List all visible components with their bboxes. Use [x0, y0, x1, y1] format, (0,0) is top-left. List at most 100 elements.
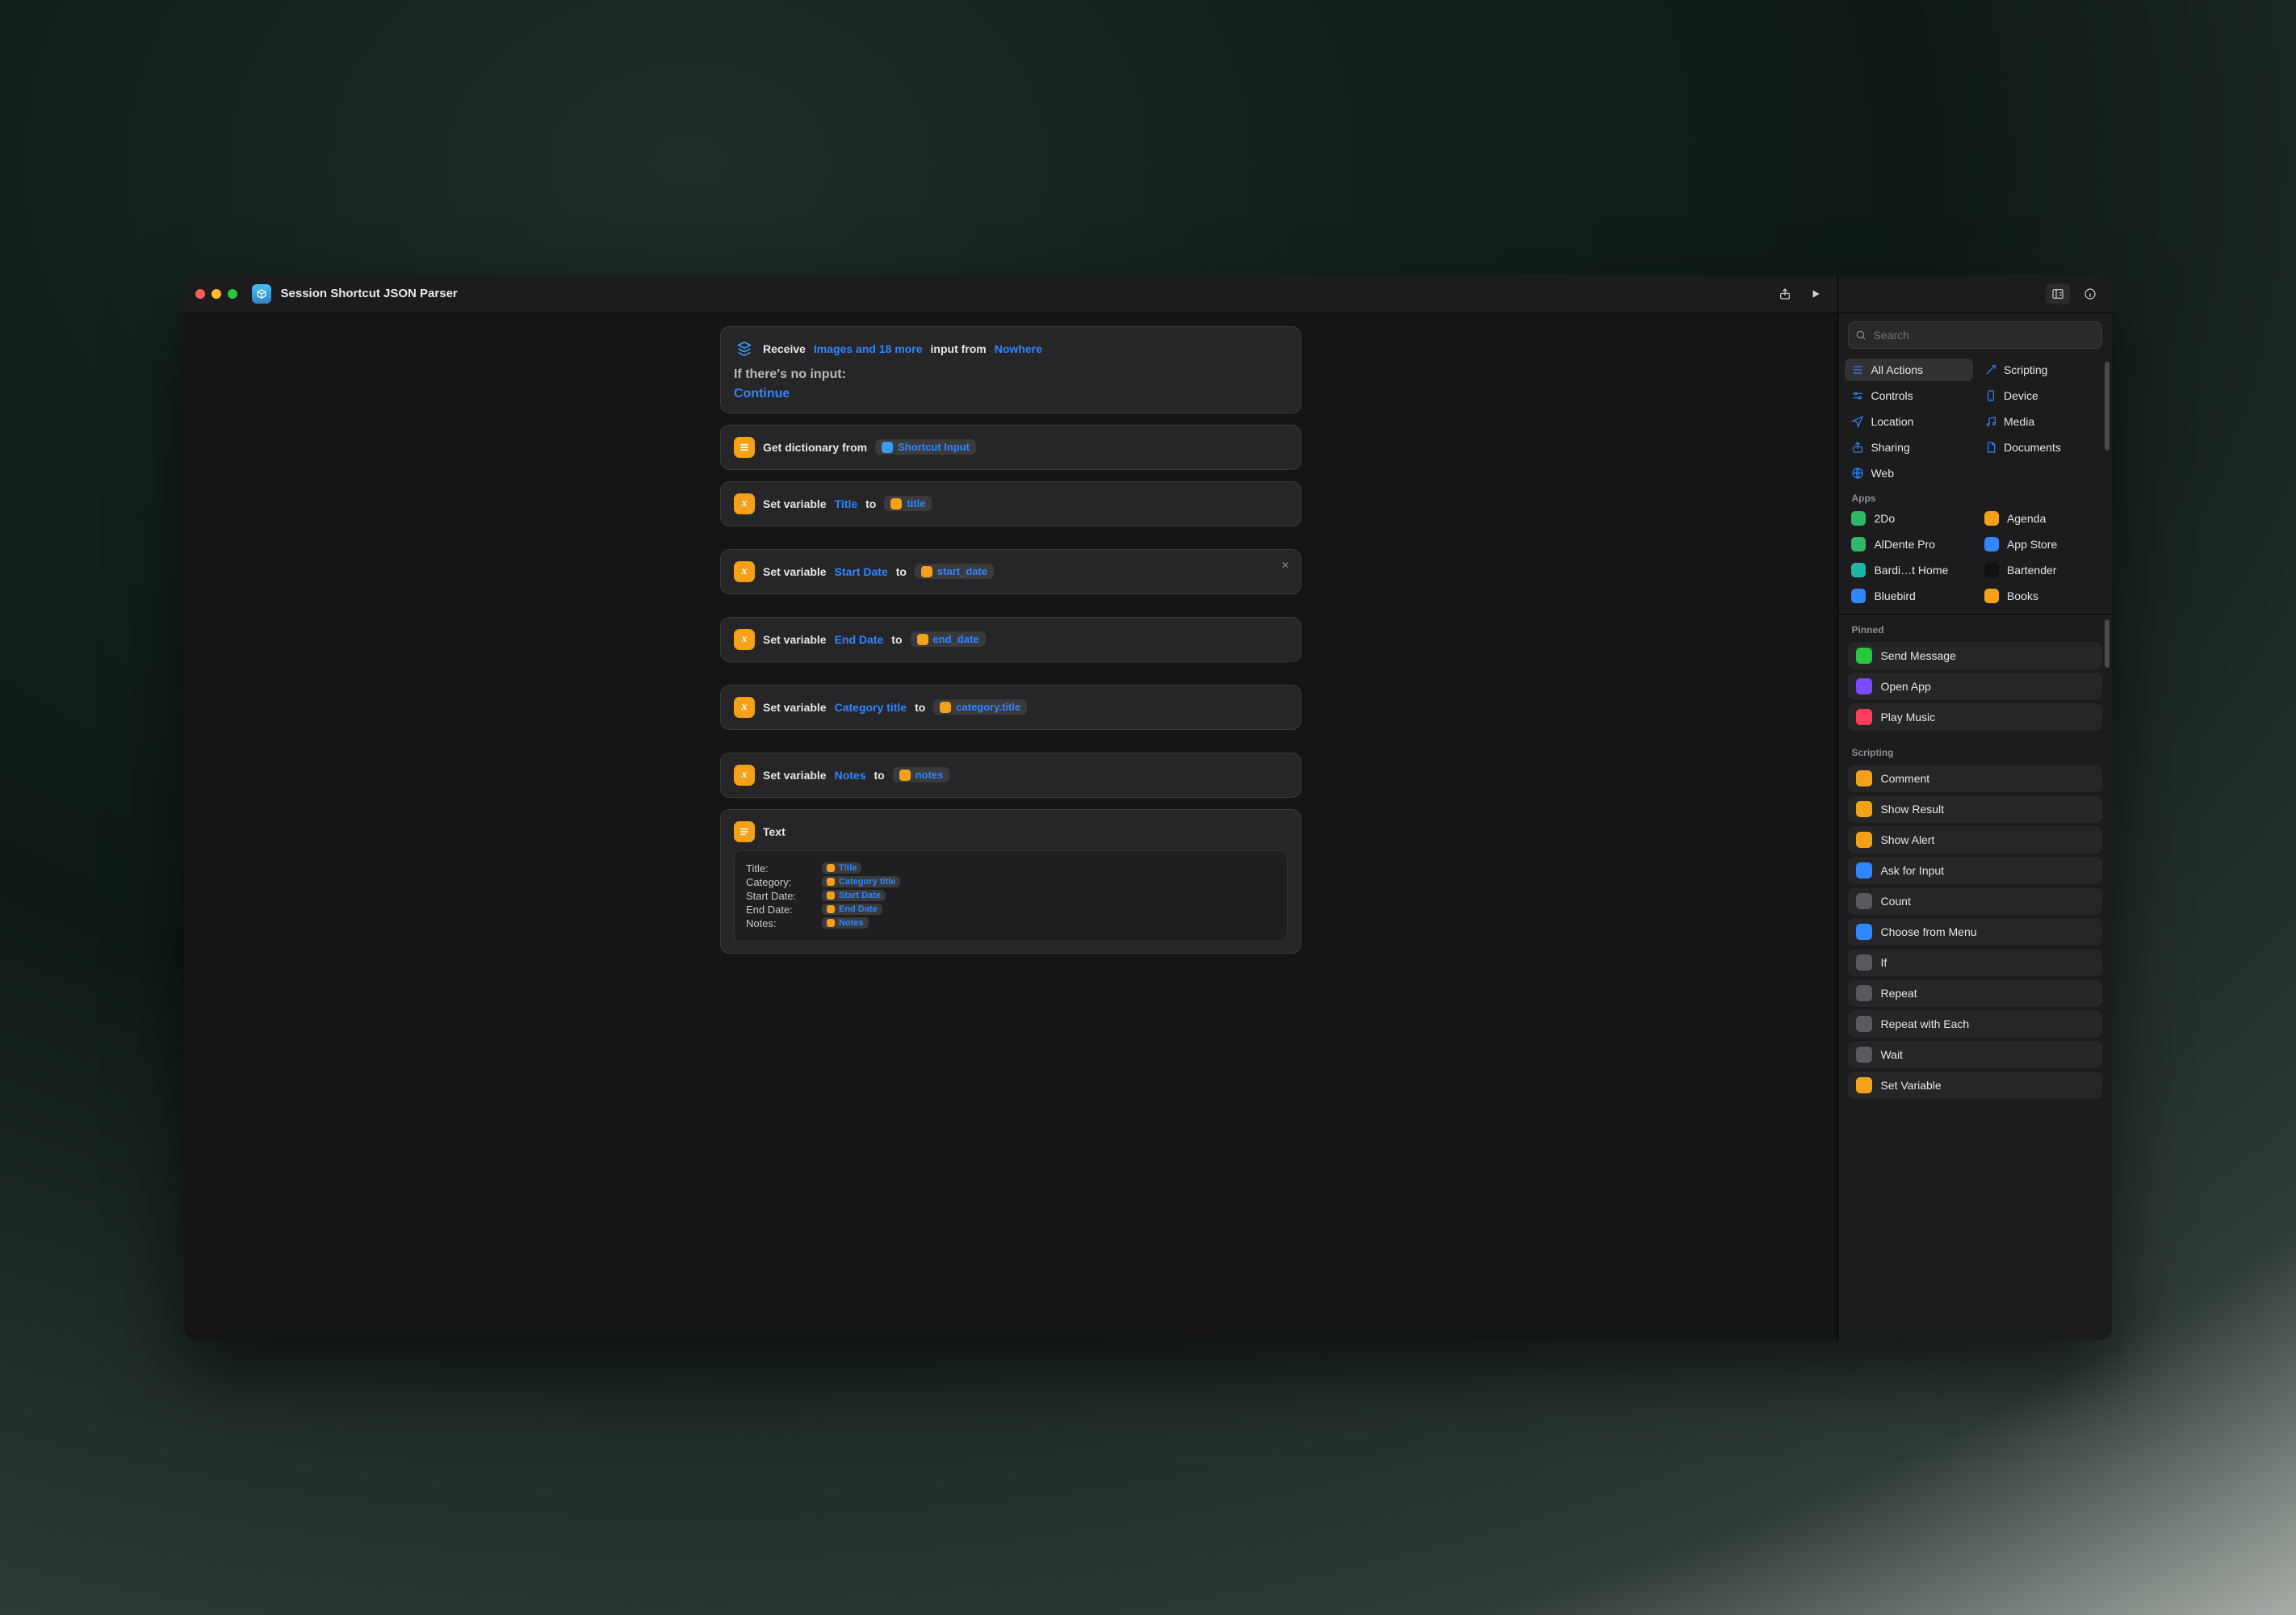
text-line-token-label: Category title	[839, 877, 895, 887]
variable-name-button[interactable]: Category title	[835, 701, 907, 714]
library-categories-scroll[interactable]: All Actions ScriptingControlsDeviceLocati…	[1838, 357, 2112, 615]
variable-name-button[interactable]: Notes	[835, 769, 866, 782]
category-location[interactable]: Location	[1845, 410, 1973, 433]
variable-value-token[interactable]: notes	[893, 767, 950, 782]
app-bardi-t-home[interactable]: Bardi…t Home	[1845, 559, 1973, 581]
list-icon	[1851, 363, 1864, 376]
scripting-action-comment[interactable]: Comment	[1848, 765, 2102, 792]
scripting-action-show-alert[interactable]: Show Alert	[1848, 826, 2102, 854]
action-badge-icon	[1856, 648, 1872, 664]
variable-value-token[interactable]: title	[884, 496, 932, 511]
info-button[interactable]	[2078, 283, 2102, 304]
titlebar: Session Shortcut JSON Parser	[184, 275, 1838, 313]
nav-icon	[1851, 415, 1864, 428]
scripting-action-repeat[interactable]: Repeat	[1848, 979, 2102, 1007]
scripting-action-ask-for-input[interactable]: Ask for Input	[1848, 857, 2102, 884]
action-badge-icon	[1856, 924, 1872, 940]
variable-name-button[interactable]: End Date	[835, 633, 884, 646]
scripting-action-set-variable[interactable]: Set Variable	[1848, 1072, 2102, 1099]
text-action[interactable]: Text Title:TitleCategory:Category titleS…	[720, 809, 1301, 954]
action-badge-icon	[1856, 678, 1872, 694]
run-button[interactable]	[1805, 283, 1826, 304]
pinned-action-play-music[interactable]: Play Music	[1848, 703, 2102, 731]
dictionary-source-token[interactable]: Shortcut Input	[875, 439, 976, 455]
category-controls[interactable]: Controls	[1845, 384, 1973, 407]
set-variable-action[interactable]: x Set variable Start Date to start_date …	[720, 549, 1301, 594]
text-line-token[interactable]: Category title	[822, 876, 900, 887]
scripting-action-wait[interactable]: Wait	[1848, 1041, 2102, 1068]
app-2do[interactable]: 2Do	[1845, 507, 1973, 530]
scripting-action-show-result[interactable]: Show Result	[1848, 795, 2102, 823]
variable-value: end_date	[933, 633, 979, 645]
app-badge-icon	[1851, 589, 1866, 603]
minimize-window-button[interactable]	[212, 289, 221, 299]
action-label: Count	[1880, 895, 1910, 908]
scripting-header: Scripting	[1845, 739, 2105, 761]
app-agenda[interactable]: Agenda	[1978, 507, 2106, 530]
set-variable-label: Set variable	[763, 633, 827, 646]
magic-variable-chip-icon	[921, 566, 932, 577]
app-aldente-pro[interactable]: AlDente Pro	[1845, 533, 1973, 556]
category-sharing[interactable]: Sharing	[1845, 436, 1973, 459]
variable-name-button[interactable]: Title	[835, 497, 858, 510]
scripting-action-repeat-with-each[interactable]: Repeat with Each	[1848, 1010, 2102, 1038]
editor-canvas[interactable]: Receive Images and 18 more input from No…	[184, 313, 1838, 1340]
window-traffic-lights	[195, 289, 237, 299]
to-label: to	[874, 769, 885, 782]
doc-icon	[1984, 441, 1997, 454]
library-toggle-button[interactable]	[2046, 283, 2070, 304]
scripting-action-if[interactable]: If	[1848, 949, 2102, 976]
set-variable-action[interactable]: x Set variable End Date to end_date	[720, 617, 1301, 662]
app-app-store[interactable]: App Store	[1978, 533, 2106, 556]
get-dictionary-action[interactable]: Get dictionary from Shortcut Input	[720, 425, 1301, 470]
zoom-window-button[interactable]	[228, 289, 237, 299]
share-button[interactable]	[1774, 283, 1795, 304]
variable-value-token[interactable]: start_date	[915, 564, 994, 579]
library-titlebar	[1838, 275, 2112, 313]
text-line-token[interactable]: Notes	[822, 917, 869, 929]
variable-icon: x	[734, 765, 755, 786]
category-label: Documents	[2004, 441, 2061, 454]
set-variable-action[interactable]: x Set variable Title to title	[720, 481, 1301, 526]
scripting-action-choose-from-menu[interactable]: Choose from Menu	[1848, 918, 2102, 946]
variable-name-button[interactable]: Start Date	[835, 565, 888, 578]
app-bluebird[interactable]: Bluebird	[1845, 585, 1973, 607]
text-line-token[interactable]: Start Date	[822, 890, 886, 901]
variable-value-token[interactable]: category.title	[933, 699, 1027, 715]
app-bartender[interactable]: Bartender	[1978, 559, 2106, 581]
pinned-action-open-app[interactable]: Open App	[1848, 673, 2102, 700]
close-window-button[interactable]	[195, 289, 205, 299]
dictionary-icon	[734, 437, 755, 458]
category-scripting[interactable]: Scripting	[1978, 359, 2106, 381]
set-variable-action[interactable]: x Set variable Notes to notes	[720, 753, 1301, 798]
input-source-button[interactable]: Nowhere	[995, 342, 1042, 355]
app-label: 2Do	[1874, 512, 1895, 525]
text-line-token[interactable]: End Date	[822, 904, 882, 915]
category-media[interactable]: Media	[1978, 410, 2106, 433]
library-search-input[interactable]	[1848, 321, 2102, 349]
variable-value: start_date	[937, 565, 987, 577]
magic-variable-chip-icon	[827, 878, 835, 886]
category-all-actions[interactable]: All Actions	[1845, 359, 1973, 381]
magic-variable-chip-icon	[827, 864, 835, 872]
category-web[interactable]: Web	[1845, 462, 1973, 484]
category-label: All Actions	[1871, 363, 1923, 376]
scrollbar-thumb[interactable]	[2105, 619, 2110, 668]
no-input-behavior-button[interactable]: Continue	[734, 387, 790, 401]
remove-action-button[interactable]: ✕	[1278, 558, 1293, 573]
category-device[interactable]: Device	[1978, 384, 2106, 407]
category-documents[interactable]: Documents	[1978, 436, 2106, 459]
editor-pane: Session Shortcut JSON Parser Receive	[184, 275, 1838, 1340]
scrollbar-thumb[interactable]	[2105, 362, 2110, 451]
library-actions-scroll[interactable]: Pinned Send MessageOpen AppPlay Music Sc…	[1838, 615, 2112, 1340]
shortcut-input-action[interactable]: Receive Images and 18 more input from No…	[720, 326, 1301, 413]
variable-value-token[interactable]: end_date	[911, 631, 986, 647]
text-body-input[interactable]: Title:TitleCategory:Category titleStart …	[734, 850, 1288, 942]
pinned-action-send-message[interactable]: Send Message	[1848, 642, 2102, 669]
app-books[interactable]: Books	[1978, 585, 2106, 607]
scripting-action-count[interactable]: Count	[1848, 887, 2102, 915]
input-types-button[interactable]: Images and 18 more	[814, 342, 923, 355]
set-variable-action[interactable]: x Set variable Category title to categor…	[720, 685, 1301, 730]
variable-value: notes	[915, 769, 944, 781]
text-line-token[interactable]: Title	[822, 862, 861, 874]
